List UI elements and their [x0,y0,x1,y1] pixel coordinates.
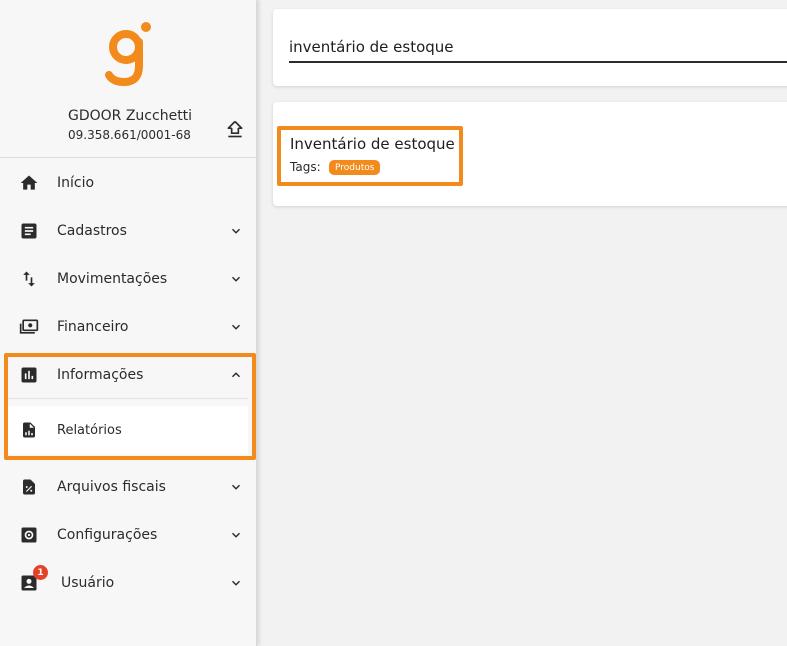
logout-button[interactable] [224,118,246,140]
sidebar-item-label: Configurações [57,527,158,543]
sidebar-item-label: Movimentações [57,271,168,287]
sidebar-item-label: Financeiro [57,319,129,335]
chevron-down-icon [228,223,244,239]
result-title-link[interactable]: Inventário de estoque [290,135,455,153]
sidebar-item-label: Usuário [61,575,115,591]
sidebar-item-cadastros[interactable]: Cadastros [0,207,257,255]
sidebar-item-label: Informações [57,367,144,383]
chevron-up-icon [228,367,244,383]
logout-icon [227,120,243,138]
settings-icon [19,525,39,545]
document-icon [19,221,39,241]
results-card: Inventário de estoque Tags: Produtos [273,102,787,206]
chevron-down-icon [228,575,244,591]
sidebar-item-movimentacoes[interactable]: Movimentações [0,255,257,303]
file-percent-icon [19,477,39,497]
sidebar-item-financeiro[interactable]: Financeiro [0,303,257,351]
chevron-down-icon [228,527,244,543]
notification-badge: 1 [33,565,48,580]
sidebar-subitem-relatorios[interactable]: Relatórios [8,406,248,454]
chevron-down-icon [228,319,244,335]
sidebar-item-label: Cadastros [57,223,127,239]
sidebar-item-configuracoes[interactable]: Configurações [0,511,257,559]
chevron-down-icon [228,271,244,287]
g-logo-icon [105,22,151,87]
money-icon [19,317,39,337]
sidebar-header-divider [0,157,257,158]
company-name: GDOOR Zucchetti [68,108,193,124]
search-card [273,9,787,86]
tags-label: Tags: [290,160,321,174]
submenu-divider [8,398,248,399]
sidebar-item-label: Início [57,175,95,191]
sidebar-item-inicio[interactable]: Início [0,159,257,207]
sidebar-subitem-label: Relatórios [57,422,122,438]
sidebar-item-label: Arquivos fiscais [57,479,166,495]
sidebar-item-arquivos-fiscais[interactable]: Arquivos fiscais [0,463,257,511]
swap-vertical-icon [19,269,39,289]
sidebar-item-informacoes[interactable]: Informações [0,351,257,399]
bar-chart-icon [19,365,39,385]
chevron-down-icon [228,479,244,495]
home-icon [19,173,39,193]
search-input[interactable] [289,33,787,63]
company-cnpj: 09.358.661/0001-68 [68,128,191,142]
sidebar: GDOOR Zucchetti 09.358.661/0001-68 Iníci… [0,0,257,646]
report-file-icon [19,420,39,440]
tag-chip: Produtos [329,160,381,175]
